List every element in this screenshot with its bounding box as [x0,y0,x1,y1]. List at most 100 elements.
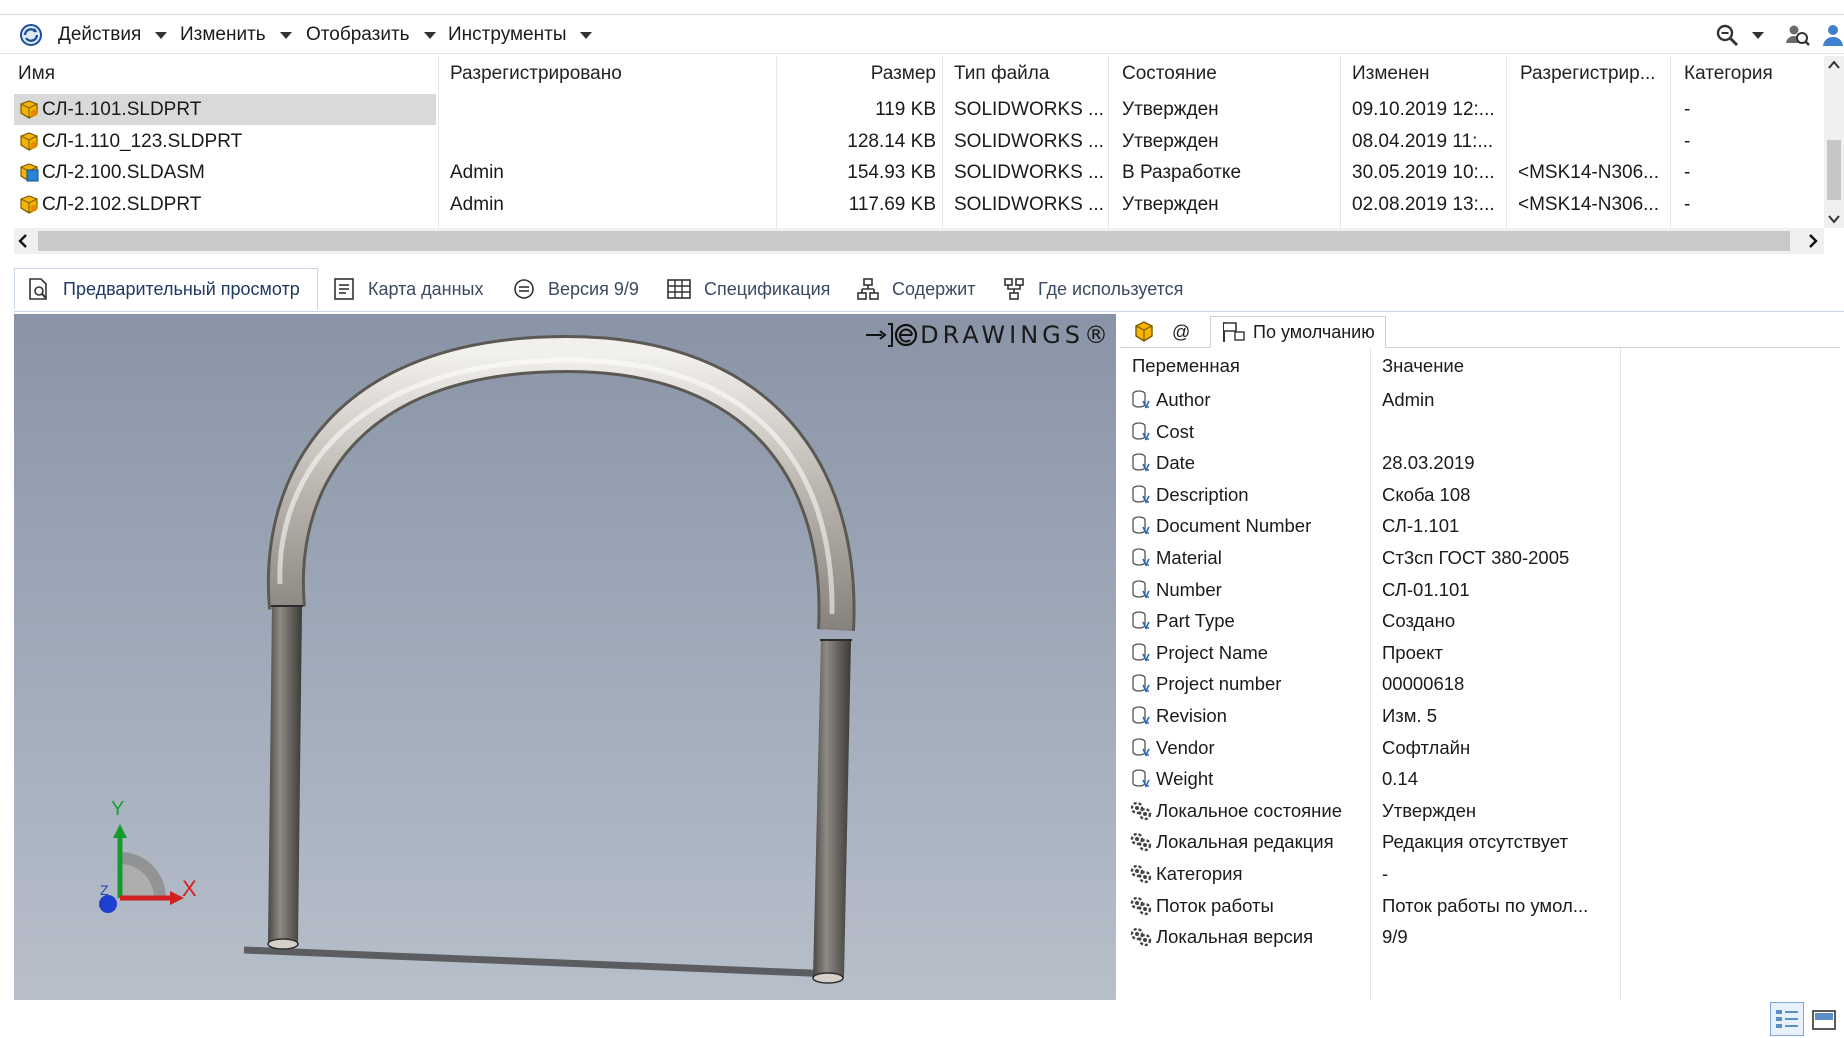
file-modified: 09.10.2019 12:... [1352,99,1495,120]
column-header-file-type[interactable]: Тип файла [954,56,1049,92]
variable-value: Редакция отсутствует [1382,831,1568,853]
menu-modify[interactable]: Изменить [180,15,292,55]
file-category: - [1684,99,1691,120]
property-row[interactable]: Number СЛ-01.101 [1120,574,1840,606]
menu-display[interactable]: Отобразить [306,15,436,55]
chevron-down-icon [580,31,593,39]
file-state: Утвержден [1122,130,1219,152]
menu-tools[interactable]: Инструменты [448,15,593,55]
variable-value: 28.03.2019 [1382,452,1475,474]
property-row[interactable]: Project number 00000618 [1120,668,1840,700]
user-search-icon[interactable] [1784,15,1810,55]
column-header-modified[interactable]: Изменен [1352,56,1430,92]
variable-name: Part Type [1156,610,1235,632]
refresh-icon[interactable] [18,15,44,55]
tab-data-card[interactable]: Карта данных [332,268,484,310]
menu-tools-label: Инструменты [448,24,567,45]
toolbar: Действия Изменить Отобразить Инструменты [0,14,1844,54]
chevron-down-icon [423,31,436,39]
vertical-scrollbar[interactable] [1824,56,1844,228]
file-size: 117.69 KB [848,193,936,215]
tab-version[interactable]: Версия 9/9 [512,268,639,310]
version-icon [514,279,534,299]
property-row[interactable]: Material Ст3сп ГОСТ 380-2005 [1120,542,1840,574]
file-row[interactable]: СЛ-1.110_123.SLDPRT 128.14 KB SOLIDWORKS .… [14,126,1822,157]
model-preview[interactable]: Y X Z DRAWINGS® [14,314,1116,1000]
column-header-size[interactable]: Размер [754,56,936,92]
file-modified: 08.04.2019 11:... [1352,130,1494,152]
search-icon[interactable] [1714,15,1764,55]
file-type: SOLIDWORKS ... [954,193,1104,215]
variable-name: Локальная версия [1156,926,1314,948]
variable-value: - [1382,863,1389,884]
file-state: В Разработке [1122,162,1242,183]
tab-at[interactable]: @ [1172,316,1190,348]
property-row[interactable]: Локальная редакция Редакция отсутствует [1120,826,1840,858]
column-header-category[interactable]: Категория [1684,56,1773,92]
tab-bom-label: Спецификация [704,278,831,299]
column-header-checked-out-by[interactable]: Разрегистрировано [450,56,622,92]
column-header-checked-out-in[interactable]: Разрегистрир... [1520,56,1656,92]
property-row[interactable]: Date 28.03.2019 [1120,447,1840,479]
file-row[interactable]: СЛ-1.101.SLDPRT 119 KB SOLIDWORKS ... Утвер… [14,94,1822,125]
variable-value: 0.14 [1382,768,1419,790]
property-row[interactable]: Author Admin [1120,384,1840,416]
file-checked-out-in: <MSK14-N306... [1518,193,1659,215]
tab-where-used-label: Где используется [1038,278,1184,299]
variable-value: Скоба 108 [1382,483,1471,505]
horizontal-scrollbar[interactable] [14,228,1824,254]
column-header-name[interactable]: Имя [18,56,55,92]
file-type: SOLIDWORKS ... [954,162,1104,183]
variable-icon [1132,706,1150,725]
file-row[interactable]: СЛ-2.100.SLDASM Admin 154.93 KB SOLIDWORKS … [14,157,1822,188]
menu-modify-label: Изменить [180,24,266,45]
property-row[interactable]: Локальное состояние Утвержден [1120,795,1840,827]
system-variable-icon [1130,927,1152,947]
variable-name: Поток работы [1156,894,1274,916]
file-modified: 30.05.2019 10:... [1352,162,1495,183]
chevron-down-icon [279,31,292,39]
tab-preview[interactable]: Предварительный просмотр [14,268,318,310]
tab-contains[interactable]: Содержит [856,268,975,310]
variable-value: Admin [1382,389,1435,410]
variable-icon [1132,453,1150,472]
variable-name: Revision [1156,705,1227,726]
edrawings-logo-icon [866,323,918,347]
variable-icon [1132,769,1150,788]
property-row[interactable]: Категория - [1120,858,1840,890]
part-config-icon[interactable] [1132,316,1160,348]
tab-bom[interactable]: Спецификация [666,268,830,310]
property-row[interactable]: Cost [1120,416,1840,448]
list-view-icon[interactable] [1770,1002,1804,1036]
property-row[interactable]: Document Number СЛ-1.101 [1120,510,1840,542]
variable-value: Создано [1382,610,1456,632]
properties-panel: @ По умолчанию Переменная Значение Autho… [1120,314,1840,1000]
menu-actions[interactable]: Действия [58,15,168,55]
where-used-icon [1004,278,1024,300]
property-row[interactable]: Weight 0.14 [1120,763,1840,795]
property-row[interactable]: Project Name Проект [1120,637,1840,669]
file-row[interactable]: СЛ-2.102.SLDPRT Admin 117.69 KB SOLIDWORKS … [14,189,1822,220]
property-row[interactable]: Part Type Создано [1120,605,1840,637]
variable-name: Project Name [1156,641,1269,663]
property-row[interactable]: Локальная версия 9/9 [1120,921,1840,953]
variable-icon [1132,516,1150,536]
property-row[interactable]: Revision Изм. 5 [1120,700,1840,732]
tab-contains-label: Содержит [892,278,976,299]
tab-default-config[interactable]: По умолчанию [1210,316,1386,348]
property-row[interactable]: Description Скоба 108 [1120,479,1840,511]
part-file-icon [20,100,38,119]
system-variable-icon [1130,801,1152,820]
user-icon[interactable] [1822,15,1844,55]
variable-value: СЛ-01.101 [1382,578,1470,600]
variable-value: СЛ-1.101 [1382,515,1460,537]
file-type: SOLIDWORKS ... [954,99,1104,120]
tab-where-used[interactable]: Где используется [1002,268,1183,310]
property-row[interactable]: Поток работы Поток работы по умол... [1120,890,1840,922]
column-header-state[interactable]: Состояние [1122,56,1217,92]
preview-view-icon[interactable] [1810,1006,1838,1034]
file-checked-out-in: <MSK14-N306... [1518,162,1659,183]
menu-actions-label: Действия [58,24,142,45]
bracket-model-image [99,334,856,984]
property-row[interactable]: Vendor Софтлайн [1120,732,1840,764]
